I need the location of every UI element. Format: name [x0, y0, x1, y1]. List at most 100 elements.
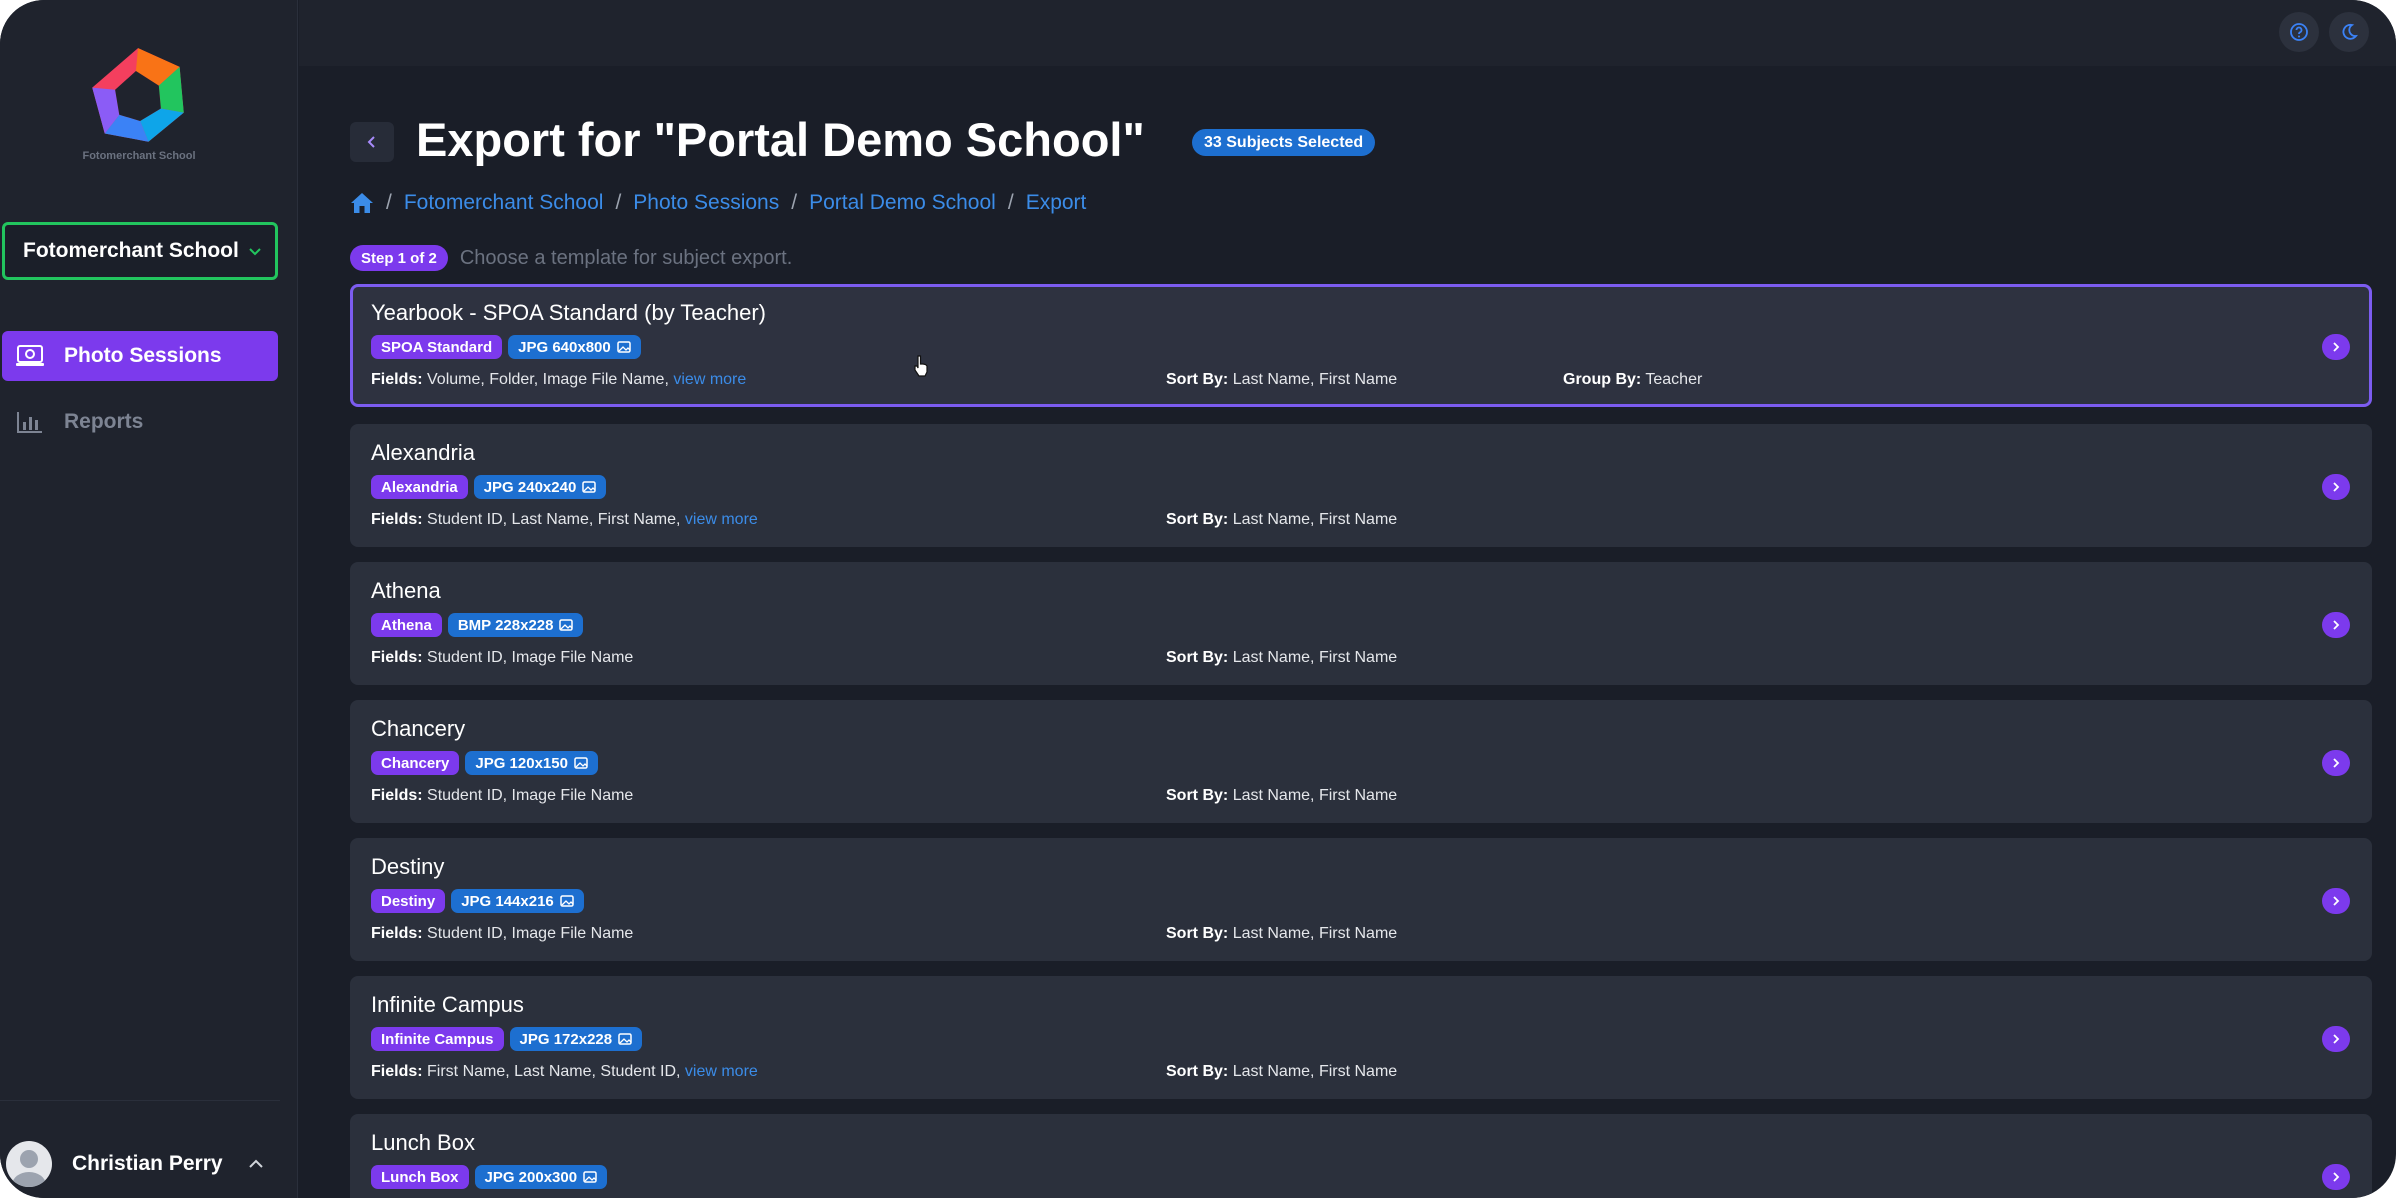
template-card[interactable]: Lunch Box Lunch Box JPG 200x300: [350, 1114, 2372, 1198]
template-type-tag: Chancery: [371, 751, 460, 775]
image-format-tag: BMP 228x228: [447, 613, 584, 637]
dark-mode-toggle[interactable]: [2329, 12, 2369, 52]
template-card[interactable]: Yearbook - SPOA Standard (by Teacher) SPO…: [350, 284, 2372, 407]
sidebar-item-label: Photo Sessions: [64, 344, 222, 367]
chevron-right-icon: [2333, 482, 2340, 492]
image-icon: [574, 757, 588, 769]
template-fields: Fields: Student ID, Image File Name: [371, 649, 633, 667]
chevron-right-icon: [2333, 620, 2340, 630]
breadcrumb-link-school[interactable]: Fotomerchant School: [404, 191, 604, 215]
user-menu[interactable]: Christian Perry: [6, 1141, 276, 1187]
home-icon[interactable]: [350, 192, 374, 214]
template-sort-by: Sort By: Last Name, First Name: [1166, 511, 1397, 529]
image-icon: [560, 895, 574, 907]
view-more-link[interactable]: view more: [685, 1063, 758, 1080]
template-type-tag: Destiny: [371, 889, 446, 913]
chevron-down-icon: [249, 248, 261, 256]
template-tags: Destiny JPG 144x216: [371, 889, 590, 913]
fields-value: Student ID, Last Name, First Name,: [427, 511, 681, 528]
template-tags: Lunch Box JPG 200x300: [371, 1165, 613, 1189]
template-type-tag: SPOA Standard: [371, 335, 503, 359]
template-fields: Fields: Volume, Folder, Image File Name,…: [371, 371, 746, 389]
sort-by-label: Sort By:: [1166, 925, 1229, 942]
chevron-right-icon: [2333, 342, 2340, 352]
breadcrumb-separator: /: [386, 191, 392, 214]
step-instructions: Choose a template for subject export.: [459, 246, 793, 269]
breadcrumb-link-portal-demo-school[interactable]: Portal Demo School: [809, 191, 996, 215]
template-fields: Fields: First Name, Last Name, Student I…: [371, 1063, 758, 1081]
template-tags: Athena BMP 228x228: [371, 613, 589, 637]
select-template-button[interactable]: [2322, 888, 2350, 914]
template-card[interactable]: Alexandria Alexandria JPG 240x240 Fields: S…: [350, 424, 2372, 547]
image-icon: [616, 341, 631, 353]
template-sort-by: Sort By: Last Name, First Name: [1166, 371, 1397, 389]
sidebar: Fotomerchant School Fotomerchant School …: [0, 0, 298, 1198]
template-name: Infinite Campus: [371, 992, 524, 1017]
template-type-tag: Alexandria: [371, 475, 468, 499]
select-template-button[interactable]: [2322, 1164, 2350, 1190]
select-template-button[interactable]: [2322, 1026, 2350, 1052]
template-tags: Chancery JPG 120x150: [371, 751, 604, 775]
template-group-by: Group By: Teacher: [1563, 371, 1702, 389]
template-fields: Fields: Student ID, Image File Name: [371, 925, 633, 943]
fields-label: Fields:: [371, 1063, 423, 1080]
template-card[interactable]: Infinite Campus Infinite Campus JPG 172x22…: [350, 976, 2372, 1099]
help-button[interactable]: [2279, 12, 2319, 52]
breadcrumb-link-export[interactable]: Export: [1026, 191, 1087, 215]
template-sort-by: Sort By: Last Name, First Name: [1166, 1063, 1397, 1081]
sort-by-label: Sort By:: [1166, 371, 1229, 388]
step-indicator: Step 1 of 2 Choose a template for subjec…: [350, 245, 792, 271]
select-template-button[interactable]: [2322, 750, 2350, 776]
template-tags: Infinite Campus JPG 172x228: [371, 1027, 648, 1051]
template-card[interactable]: Destiny Destiny JPG 144x216 Fields: Student…: [350, 838, 2372, 961]
image-format-tag: JPG 640x800: [508, 335, 641, 359]
step-badge: Step 1 of 2: [350, 245, 448, 271]
back-button[interactable]: [350, 122, 394, 162]
fields-value: Student ID, Image File Name: [427, 787, 634, 804]
sort-by-label: Sort By:: [1166, 511, 1229, 528]
template-type-tag: Athena: [371, 613, 442, 637]
sort-by-value: Last Name, First Name: [1232, 649, 1398, 666]
fields-label: Fields:: [371, 787, 423, 804]
school-select-dropdown[interactable]: Fotomerchant School: [2, 222, 278, 280]
top-bar: [299, 0, 2396, 66]
template-name: Lunch Box: [371, 1130, 475, 1155]
chevron-right-icon: [2333, 758, 2340, 768]
app-window: Fotomerchant School Fotomerchant School …: [0, 0, 2396, 1198]
logo-text: Fotomerchant School: [82, 150, 196, 162]
breadcrumb: / Fotomerchant School / Photo Sessions /…: [350, 189, 1086, 217]
fields-label: Fields:: [371, 925, 423, 942]
sidebar-item-photo-sessions[interactable]: Photo Sessions: [2, 331, 278, 381]
template-card[interactable]: Athena Athena BMP 228x228 Fields: Student I…: [350, 562, 2372, 685]
image-icon: [583, 1171, 597, 1183]
select-template-button[interactable]: [2322, 612, 2350, 638]
view-more-link[interactable]: view more: [685, 511, 758, 528]
template-type-tag: Infinite Campus: [371, 1027, 504, 1051]
bar-chart-icon: [17, 412, 42, 433]
fields-value: Student ID, Image File Name: [427, 649, 634, 666]
breadcrumb-link-photo-sessions[interactable]: Photo Sessions: [633, 191, 779, 215]
sort-by-label: Sort By:: [1166, 649, 1229, 666]
school-select-label: Fotomerchant School: [23, 239, 239, 262]
template-card[interactable]: Chancery Chancery JPG 120x150 Fields: Stude…: [350, 700, 2372, 823]
user-avatar-icon: [12, 1150, 46, 1187]
sidebar-item-reports[interactable]: Reports: [2, 397, 278, 447]
image-icon: [582, 481, 597, 493]
select-template-button[interactable]: [2322, 334, 2350, 360]
template-name: Athena: [371, 578, 441, 603]
template-name: Chancery: [371, 716, 466, 741]
sidebar-divider: [0, 1100, 280, 1101]
image-format-label: JPG 144x216: [461, 892, 554, 910]
image-icon: [559, 619, 574, 631]
template-sort-by: Sort By: Last Name, First Name: [1166, 787, 1397, 805]
avatar: [6, 1141, 52, 1187]
fields-label: Fields:: [371, 371, 423, 388]
fotomerchant-logo-icon[interactable]: [84, 44, 192, 148]
chevron-right-icon: [2333, 1034, 2340, 1044]
sort-by-value: Last Name, First Name: [1232, 787, 1398, 804]
view-more-link[interactable]: view more: [673, 371, 746, 388]
sort-by-value: Last Name, First Name: [1232, 1063, 1398, 1080]
image-format-label: JPG 240x240: [483, 478, 577, 496]
select-template-button[interactable]: [2322, 474, 2350, 500]
chevron-right-icon: [2333, 1172, 2340, 1182]
